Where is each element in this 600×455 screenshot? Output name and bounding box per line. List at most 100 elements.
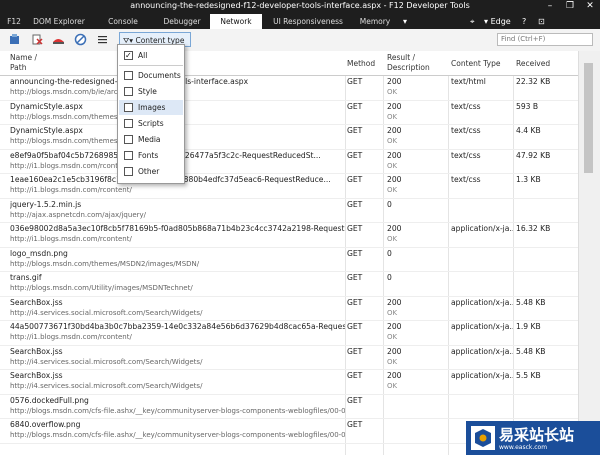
request-method-cell: GET: [347, 77, 363, 86]
checkbox[interactable]: [124, 135, 133, 144]
tab-ui-responsiveness[interactable]: UI Responsiveness: [268, 14, 348, 29]
request-name-cell: 6840.overflow.png http://blogs.msdn.com/c…: [10, 420, 345, 440]
clear-cache-icon[interactable]: [52, 33, 65, 46]
content-type-option-label: Other: [138, 167, 160, 176]
request-path: http://blogs.msdn.com/cfs-file.ashx/__ke…: [10, 431, 345, 439]
target-icon[interactable]: ⌖: [470, 14, 475, 29]
dropdown-separator: [119, 65, 183, 66]
request-row[interactable]: e8ef9a0f5baf04c5b72689852be88b38265dcb26…: [0, 149, 578, 174]
request-path: http://i4.services.social.microsoft.com/…: [10, 357, 203, 366]
request-name-cell: SearchBox.jss http://i4.services.social.m…: [10, 297, 203, 317]
request-method-cell: GET: [347, 322, 363, 331]
checkbox[interactable]: [124, 87, 133, 96]
content-type-option-label: Scripts: [138, 119, 164, 128]
content-type-option[interactable]: Other: [119, 164, 183, 179]
request-result-cell: 200 OK: [387, 126, 402, 145]
checkbox[interactable]: [124, 151, 133, 160]
tab-debugger[interactable]: Debugger: [156, 14, 208, 29]
column-header-received[interactable]: Received: [516, 59, 550, 69]
column-header-content-type[interactable]: Content Type: [451, 59, 500, 69]
content-type-option-label: Images: [138, 103, 166, 112]
request-method-cell: GET: [347, 101, 363, 111]
chevron-down-icon[interactable]: ▾: [403, 14, 407, 29]
tab-console[interactable]: Console: [98, 14, 148, 29]
request-row[interactable]: logo_msdn.png http://blogs.msdn.com/theme…: [0, 247, 578, 272]
request-result-cell: 0: [387, 199, 392, 209]
request-result-cell: 0: [387, 248, 392, 258]
request-row[interactable]: DynamicStyle.aspx http://blogs.msdn.com/t…: [0, 124, 578, 150]
request-row[interactable]: SearchBox.jss http://i4.services.social.m…: [0, 369, 578, 395]
request-row[interactable]: trans.gif http://blogs.msdn.com/Utility/i…: [0, 271, 578, 297]
request-name-cell: jquery-1.5.2.min.js http://ajax.aspnetcdn…: [10, 199, 147, 219]
request-result-cell: 200 OK: [387, 371, 402, 390]
request-path: http://i1.blogs.msdn.com/rcontent/: [10, 235, 132, 243]
scrollbar-thumb[interactable]: [584, 63, 593, 173]
request-received-cell: 47.92 KB: [516, 150, 551, 160]
unpin-icon[interactable]: ⊡: [538, 14, 545, 29]
content-type-option-label: Media: [138, 135, 161, 144]
minimize-button[interactable]: –: [540, 0, 560, 14]
tab-f12[interactable]: F12: [4, 14, 24, 29]
request-method-cell: GET: [347, 371, 363, 380]
request-path: http://i1.blogs.msdn.com/rcontent/: [10, 161, 132, 170]
request-result-cell: 200 OK: [387, 150, 402, 170]
content-type-option[interactable]: ✓ All: [119, 48, 183, 63]
maximize-button[interactable]: ❐: [560, 0, 580, 14]
request-method-cell: GET: [347, 420, 363, 429]
request-result-cell: 200 OK: [387, 77, 402, 96]
find-input[interactable]: [497, 33, 593, 46]
request-received-cell: 4.4 KB: [516, 126, 541, 135]
content-type-option[interactable]: Fonts: [119, 148, 183, 163]
clear-entries-icon[interactable]: [30, 33, 43, 46]
column-header-result[interactable]: Result / Description: [387, 53, 430, 73]
request-path: http://i1.blogs.msdn.com/rcontent/: [10, 186, 132, 194]
clear-cookies-icon[interactable]: [74, 33, 87, 46]
request-method-cell: GET: [347, 175, 363, 184]
column-header-method[interactable]: Method: [347, 59, 375, 69]
content-type-option[interactable]: Images: [119, 100, 183, 115]
request-content-type-cell: application/x-ja...: [451, 346, 513, 356]
tab-network[interactable]: Network: [210, 14, 262, 29]
request-row[interactable]: 1eae160ea2c1e5cb3196f8c1847ff1e29eb5db88…: [0, 173, 578, 199]
help-icon[interactable]: ?: [522, 14, 526, 29]
request-path: http://blogs.msdn.com/cfs-file.ashx/__ke…: [10, 406, 345, 415]
checkbox[interactable]: ✓: [124, 51, 133, 60]
request-row[interactable]: DynamicStyle.aspx http://blogs.msdn.com/t…: [0, 100, 578, 125]
checkbox[interactable]: [124, 167, 133, 176]
request-path: http://i1.blogs.msdn.com/rcontent/: [10, 333, 132, 341]
vertical-scrollbar[interactable]: [578, 51, 600, 455]
request-result-cell: 200 OK: [387, 322, 402, 341]
request-row[interactable]: 036e98002d8a5a3ec10f8cb5f78169b5-f0ad805…: [0, 222, 578, 248]
request-row[interactable]: SearchBox.jss http://i4.services.social.m…: [0, 296, 578, 321]
request-row[interactable]: SearchBox.jss http://i4.services.social.m…: [0, 345, 578, 370]
checkbox[interactable]: [124, 71, 133, 80]
request-received-cell: 22.32 KB: [516, 77, 551, 86]
request-content-type-cell: text/css: [451, 126, 481, 135]
request-row[interactable]: jquery-1.5.2.min.js http://ajax.aspnetcdn…: [0, 198, 578, 223]
request-result-cell: 200 OK: [387, 175, 402, 194]
request-result-cell: 200 OK: [387, 346, 402, 366]
content-type-option[interactable]: Documents: [119, 68, 183, 83]
list-view-icon[interactable]: [96, 33, 109, 46]
request-row[interactable]: announcing-the-redesigned-f12-developer-…: [0, 75, 578, 101]
request-method-cell: GET: [347, 273, 363, 282]
request-content-type-cell: application/x-ja...: [451, 224, 513, 233]
tab-dom-explorer[interactable]: DOM Explorer: [28, 14, 90, 29]
content-type-option[interactable]: Scripts: [119, 116, 183, 131]
request-row[interactable]: 44a500773671f30bd4ba3b0c7bba2359-14e0c33…: [0, 320, 578, 346]
browser-profile-select[interactable]: ▾ Edge: [484, 14, 511, 29]
request-name-cell: 44a500773671f30bd4ba3b0c7bba2359-14e0c33…: [10, 322, 345, 341]
tab-memory[interactable]: Memory: [352, 14, 398, 29]
content-type-option[interactable]: Style sheets: [119, 84, 183, 111]
request-row[interactable]: 0576.dockedFull.png http://blogs.msdn.com…: [0, 394, 578, 419]
checkbox[interactable]: [124, 103, 133, 112]
request-name-cell: 0576.dockedFull.png http://blogs.msdn.com…: [10, 396, 345, 416]
checkbox[interactable]: [124, 119, 133, 128]
close-button[interactable]: ✕: [580, 0, 600, 14]
request-content-type-cell: text/css: [451, 175, 481, 184]
column-header-name[interactable]: Name / Path: [10, 53, 37, 73]
watermark-text: 易采站长站: [499, 426, 575, 444]
request-name-cell: trans.gif http://blogs.msdn.com/Utility/i…: [10, 273, 193, 292]
export-har-icon[interactable]: [8, 33, 21, 46]
content-type-option[interactable]: Media: [119, 132, 183, 147]
